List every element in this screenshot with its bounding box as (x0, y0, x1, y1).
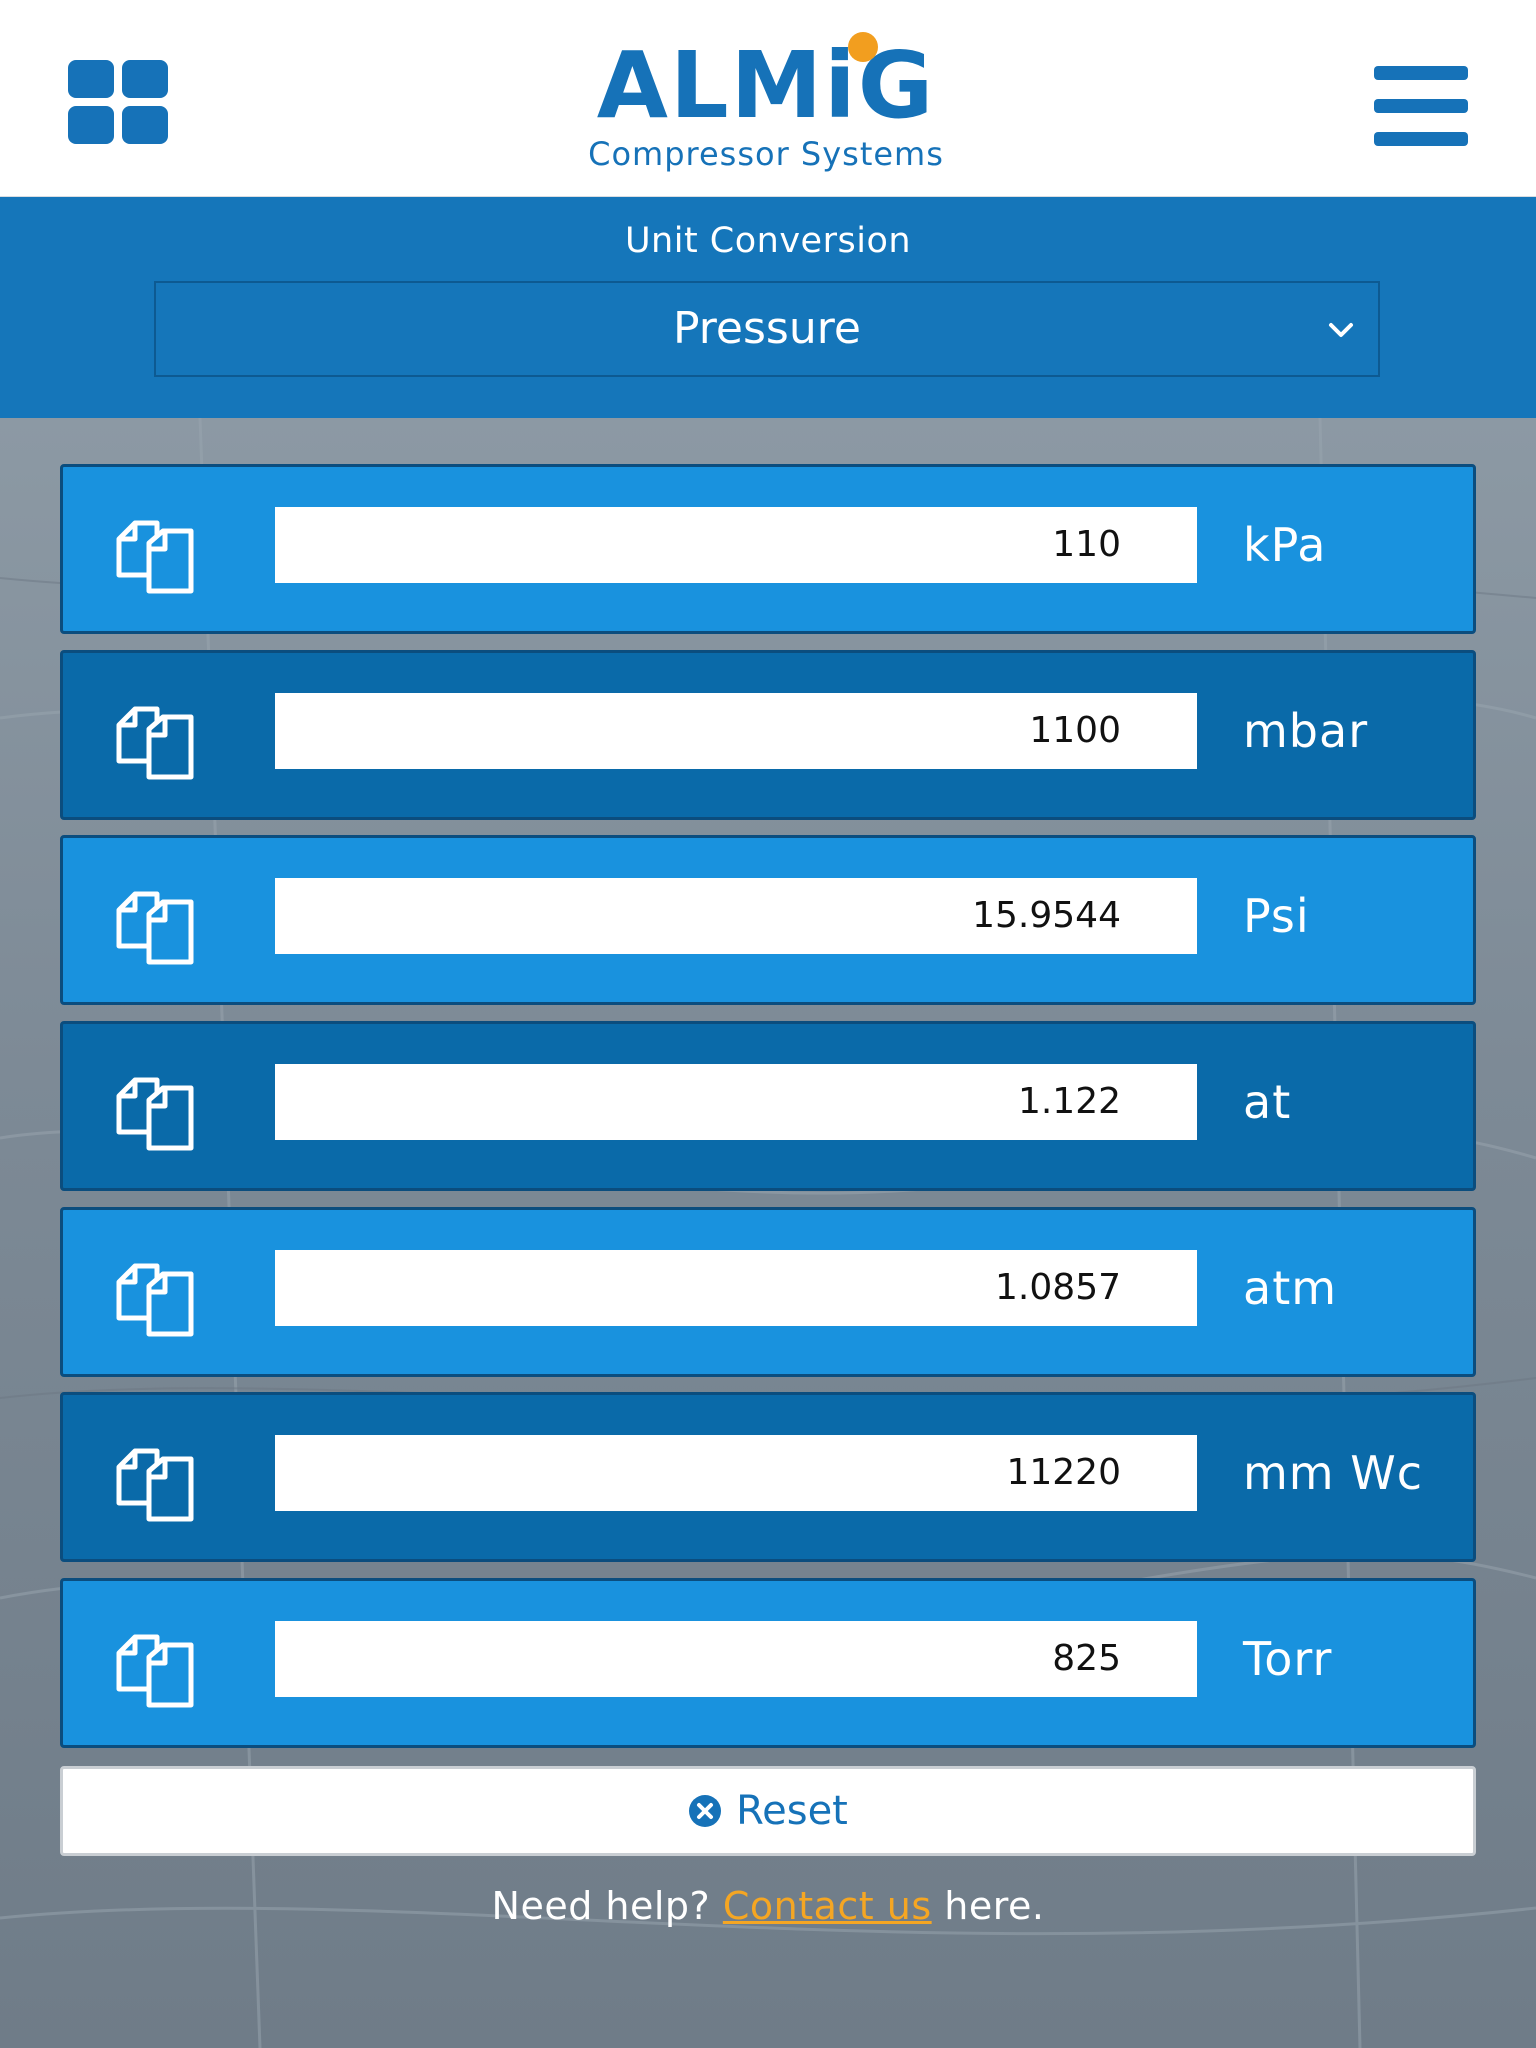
unit-row-kpa: kPa (60, 464, 1476, 634)
unit-label-kpa: kPa (1243, 518, 1327, 572)
at-value-input[interactable] (275, 1064, 1197, 1140)
logo-subtitle: Compressor Systems (588, 135, 944, 173)
help-line: Need help? Contact us here. (0, 1880, 1536, 1932)
copy-icon[interactable] (105, 689, 201, 785)
app-header: ALMiG Compressor Systems (0, 0, 1536, 197)
copy-icon[interactable] (105, 503, 201, 599)
chevron-down-icon (1329, 323, 1353, 337)
logo-dot (848, 32, 878, 62)
help-suffix: here. (944, 1884, 1045, 1928)
close-circle-icon (689, 1795, 722, 1827)
hamburger-menu-icon[interactable] (1374, 66, 1468, 146)
copy-icon[interactable] (105, 1617, 201, 1713)
contact-us-link[interactable]: Contact us (723, 1884, 932, 1928)
unit-label-at: at (1243, 1075, 1292, 1129)
logo-wordmark: ALMiG (596, 32, 936, 139)
unit-label-atm: atm (1243, 1261, 1338, 1315)
reset-label: Reset (736, 1788, 848, 1834)
category-select[interactable]: Pressure (154, 281, 1380, 377)
unit-row-mm-wc: mm Wc (60, 1392, 1476, 1562)
unit-row-psi: Psi (60, 835, 1476, 1005)
unit-row-torr: Torr (60, 1578, 1476, 1748)
unit-label-mbar: mbar (1243, 704, 1369, 758)
copy-icon[interactable] (105, 1246, 201, 1342)
reset-button[interactable]: Reset (60, 1766, 1476, 1856)
unit-label-mm-wc: mm Wc (1243, 1446, 1424, 1500)
help-prefix: Need help? (491, 1884, 711, 1928)
mm-wc-value-input[interactable] (275, 1435, 1197, 1511)
unit-row-mbar: mbar (60, 650, 1476, 820)
copy-icon[interactable] (105, 1060, 201, 1156)
select-value: Pressure (673, 303, 861, 354)
conversion-selector-band: Unit Conversion Pressure (0, 197, 1536, 418)
kpa-value-input[interactable] (275, 507, 1197, 583)
psi-value-input[interactable] (275, 878, 1197, 954)
unit-label-torr: Torr (1243, 1632, 1333, 1686)
torr-value-input[interactable] (275, 1621, 1197, 1697)
mbar-value-input[interactable] (275, 693, 1197, 769)
copy-icon[interactable] (105, 1431, 201, 1527)
almig-logo[interactable]: ALMiG Compressor Systems (566, 30, 966, 180)
unit-row-atm: atm (60, 1207, 1476, 1377)
selector-title: Unit Conversion (624, 221, 912, 261)
reset-content: Reset (63, 1769, 1473, 1853)
copy-icon[interactable] (105, 874, 201, 970)
unit-label-psi: Psi (1243, 889, 1310, 943)
atm-value-input[interactable] (275, 1250, 1197, 1326)
unit-row-at: at (60, 1021, 1476, 1191)
apps-grid-icon[interactable] (68, 60, 170, 146)
